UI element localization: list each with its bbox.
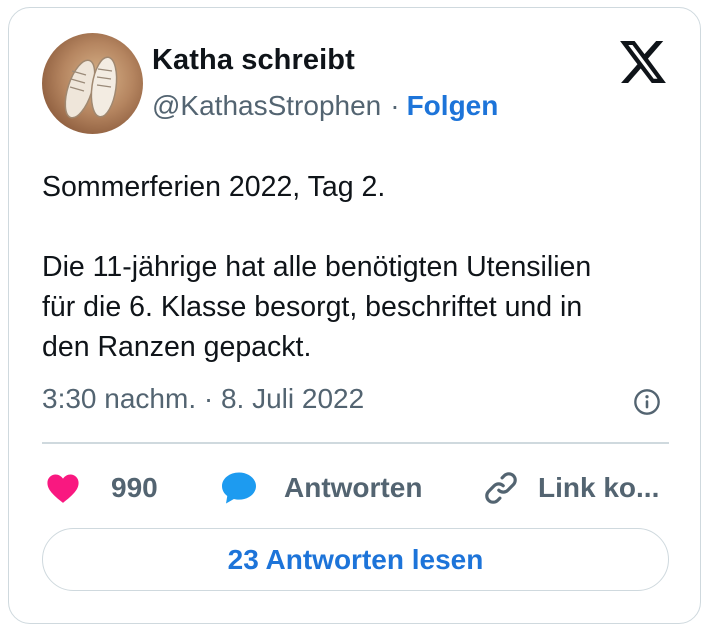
sneakers-photo <box>64 56 118 119</box>
action-bar: 990 Antworten Link ko... <box>42 466 682 510</box>
heart-icon <box>47 474 79 503</box>
like-count: 990 <box>111 472 158 503</box>
tweet-line: Die 11-jährige hat alle benötigten Utens… <box>42 251 592 283</box>
tweet-line: den Ranzen gepackt. <box>42 331 312 363</box>
tweet-card: Katha schreibt @KathasStrophen · Folgen So… <box>8 7 701 624</box>
separator-dot: · <box>390 90 400 121</box>
follow-button[interactable]: Folgen <box>407 90 499 121</box>
x-logo-icon[interactable] <box>620 41 666 83</box>
tweet-timestamp[interactable]: 3:30 nachm. · 8. Juli 2022 <box>42 383 364 415</box>
info-icon[interactable] <box>633 388 661 416</box>
reply-button[interactable]: Antworten <box>220 466 422 510</box>
author-handle[interactable]: @KathasStrophen <box>152 90 381 121</box>
like-button[interactable]: 990 <box>46 466 158 510</box>
divider <box>42 442 669 444</box>
author-name[interactable]: Katha schreibt <box>152 44 355 77</box>
copy-link-button[interactable]: Link ko... <box>482 466 659 510</box>
tweet-line: für die 6. Klasse besorgt, beschriftet u… <box>42 291 583 323</box>
read-replies-button[interactable]: 23 Antworten lesen <box>42 528 669 591</box>
speech-bubble-icon <box>222 472 256 504</box>
reply-label: Antworten <box>284 472 423 503</box>
author-handle-row: @KathasStrophen · Folgen <box>152 90 498 122</box>
link-icon <box>485 472 517 504</box>
tweet-line: Sommerferien 2022, Tag 2. <box>42 171 386 203</box>
tweet-text: Sommerferien 2022, Tag 2. Die 11-jährige… <box>42 167 682 367</box>
avatar[interactable] <box>42 33 143 134</box>
copy-link-label: Link ko... <box>538 472 660 503</box>
